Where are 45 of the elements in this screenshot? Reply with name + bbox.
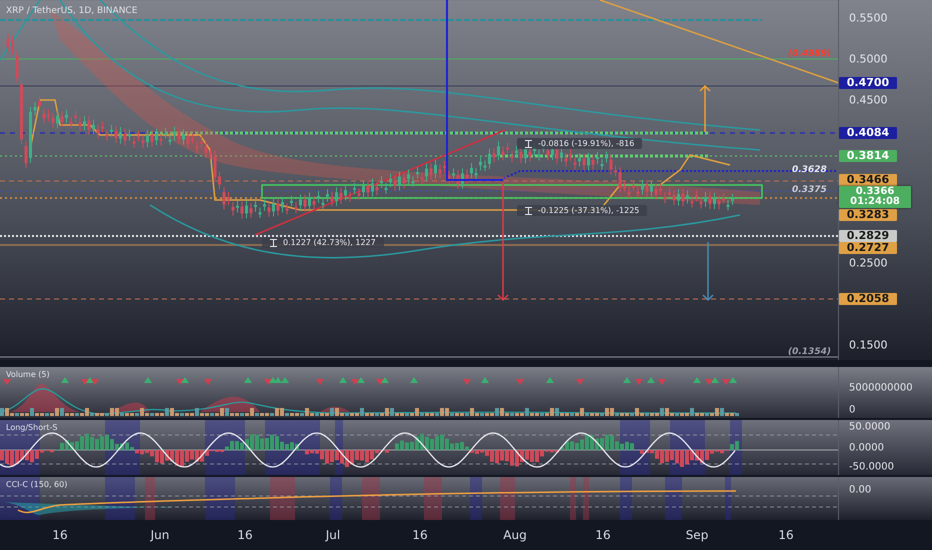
axis-tick: 0.00 — [849, 484, 872, 496]
axis-tick: 0.0000 — [849, 442, 884, 454]
measure-text: -0.1225 (-37.31%), -1225 — [538, 206, 640, 215]
price-label: 0.2058 — [839, 293, 897, 305]
up-arrow — [699, 84, 711, 132]
time-axis-label: Aug — [503, 528, 527, 542]
axis-tick: 50.0000 — [849, 422, 890, 432]
measure-text: -0.0816 (-19.91%), -816 — [538, 139, 634, 148]
indicator-title: Long/Short-S — [6, 423, 58, 432]
time-axis-label: 16 — [412, 528, 428, 542]
price-line-label: (0.4989) — [788, 49, 831, 59]
range-icon — [525, 140, 532, 148]
down-arrow — [702, 242, 714, 302]
measure-text: 0.1227 (42.73%), 1227 — [283, 238, 376, 247]
time-axis-label: Sep — [686, 528, 708, 542]
price-label: 0.3814 — [839, 150, 897, 162]
axis-tick: 0.5500 — [849, 12, 888, 24]
price-label: 0.2829 — [839, 230, 897, 242]
time-axis-label: 16 — [778, 528, 794, 542]
axis-tick: -50.0000 — [849, 462, 894, 472]
price-label: 0.2727 — [839, 242, 897, 254]
time-axis-label: 16 — [595, 528, 611, 542]
countdown-timer: 01:24:08 — [849, 197, 901, 207]
price-value: 0.3366 — [856, 187, 894, 197]
range-icon — [525, 206, 532, 214]
range-icon — [270, 238, 277, 246]
price-label: 0.3466 — [839, 174, 897, 186]
axis-tick: 0 — [849, 404, 856, 416]
price-line-label: 0.3375 — [792, 185, 827, 195]
axis-tick: 0.4500 — [849, 94, 888, 106]
indicator-title: CCI-C (150, 60) — [6, 480, 68, 489]
axis-tick: 0.1500 — [849, 338, 888, 352]
axis-tick: 0.5000 — [849, 52, 888, 66]
axis-tick: 5000000000 — [849, 382, 913, 394]
time-axis-label: 16 — [237, 528, 253, 542]
price-label: 0.4084 — [839, 127, 897, 139]
price-label: 0.3283 — [839, 209, 897, 221]
price-label: 0.4700 — [839, 77, 897, 89]
price-line-label: (0.1354) — [788, 347, 831, 357]
axis-tick: 0.2500 — [849, 256, 888, 270]
time-axis-label: 16 — [52, 528, 68, 542]
time-axis-label: Jun — [150, 528, 170, 542]
indicator-title: Volume (5) — [6, 370, 50, 379]
price-line-label: 0.3628 — [792, 165, 827, 175]
time-axis-label: Jul — [326, 528, 340, 542]
